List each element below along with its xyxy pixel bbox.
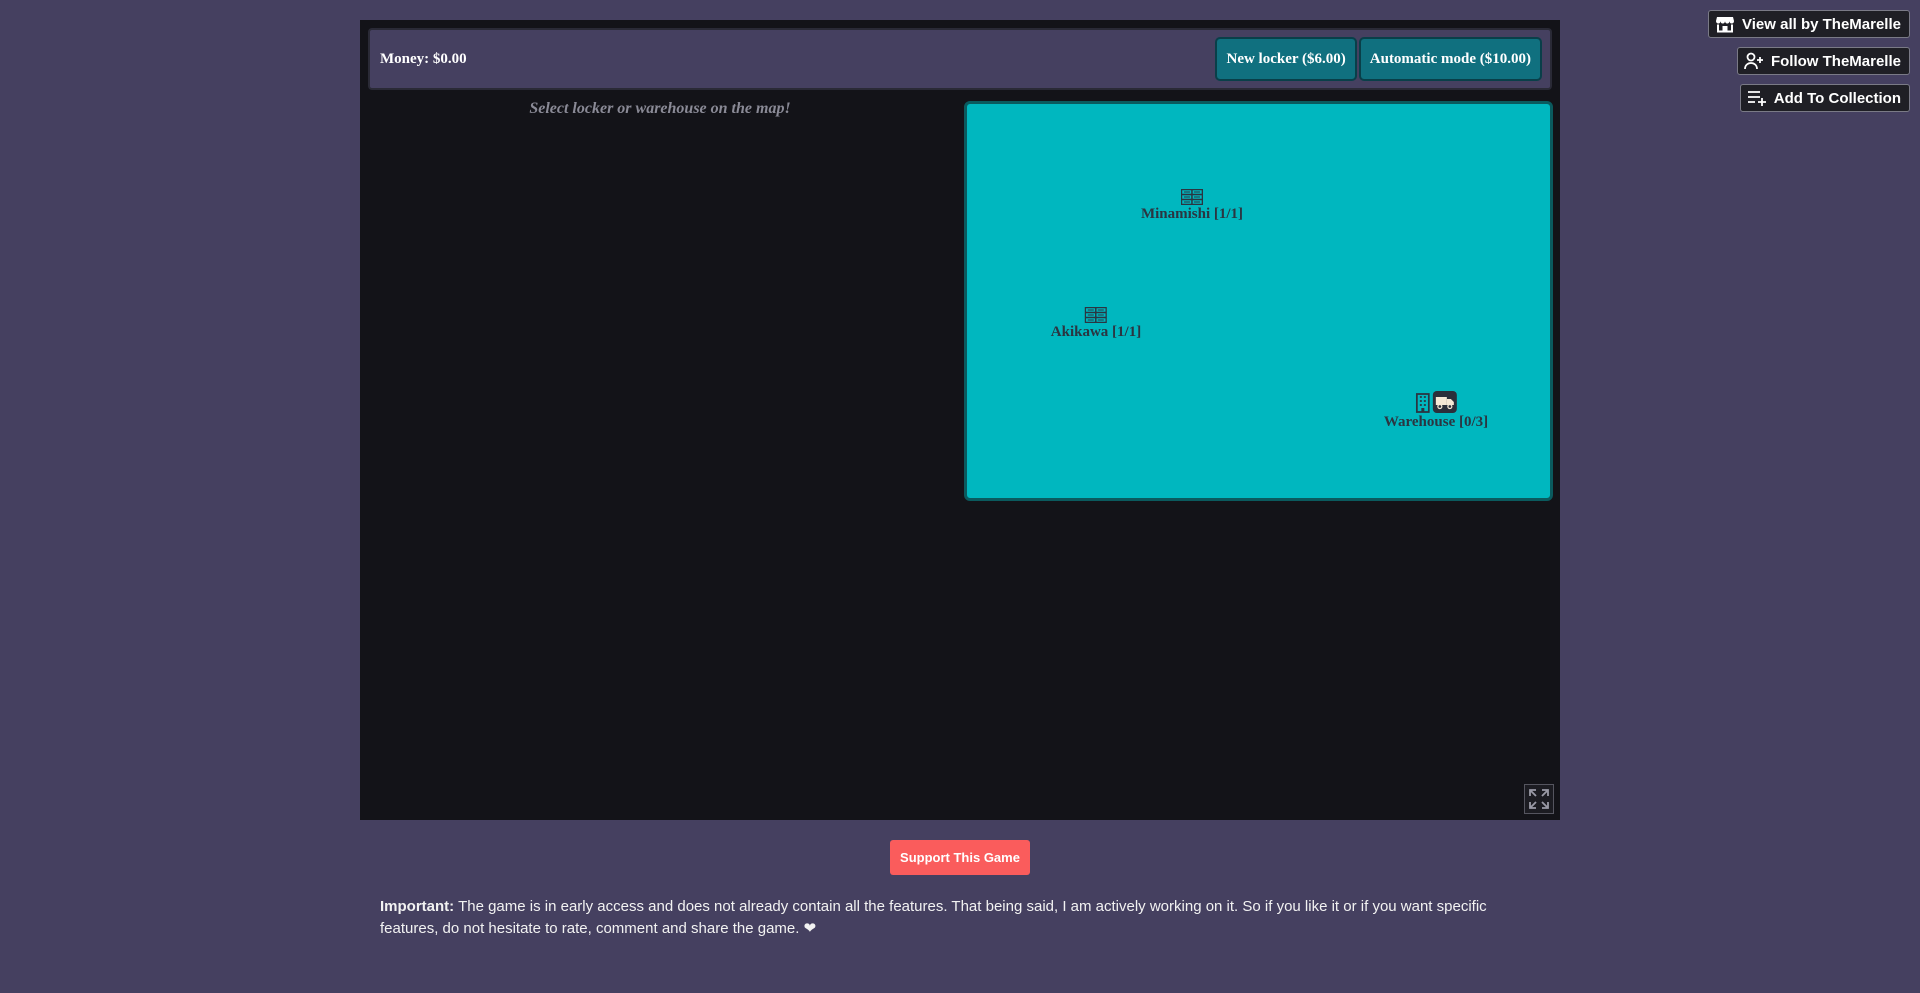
follow-user-icon — [1744, 52, 1764, 70]
map-pin-label: Warehouse [0/3] — [1383, 414, 1489, 430]
map-pin-label: Akikawa [1/1] — [1050, 324, 1142, 340]
map-pin-warehouse[interactable]: Warehouse [0/3] — [1384, 391, 1488, 431]
header-actions: New locker ($6.00) Automatic mode ($10.0… — [1215, 37, 1542, 81]
game-frame: Money: $0.00 New locker ($6.00) Automati… — [360, 20, 1560, 820]
follow-button[interactable]: Follow TheMarelle — [1736, 47, 1910, 75]
page: View all by TheMarelle Follow TheMarelle… — [0, 0, 1920, 993]
game-header: Money: $0.00 New locker ($6.00) Automati… — [368, 28, 1552, 90]
map-pin-akikawa[interactable]: Akikawa [1/1] — [1051, 307, 1141, 341]
fullscreen-button[interactable] — [1524, 784, 1554, 814]
follow-label: Follow TheMarelle — [1770, 52, 1901, 70]
locker-icon — [1181, 189, 1203, 205]
notice-prefix: Important: — [380, 898, 455, 915]
notice-body: The game is in early access and does not… — [380, 898, 1487, 937]
truck-icon — [1432, 391, 1457, 413]
money-display: Money: $0.00 — [380, 50, 467, 67]
map-pin-minamishi[interactable]: Minamishi [1/1] — [1141, 189, 1243, 223]
notice-text: Important: The game is in early access a… — [380, 896, 1540, 940]
automatic-mode-button[interactable]: Automatic mode ($10.00) — [1358, 37, 1542, 81]
add-collection-icon — [1747, 89, 1767, 107]
support-game-button[interactable]: Support This Game — [890, 840, 1030, 875]
map[interactable]: Minamishi [1/1] Akikawa [1/1] Warehouse … — [964, 101, 1553, 501]
locker-icon — [1085, 307, 1107, 323]
fullscreen-icon — [1528, 788, 1550, 810]
view-all-button[interactable]: View all by TheMarelle — [1708, 10, 1910, 38]
building-icon — [1415, 393, 1430, 413]
new-locker-button[interactable]: New locker ($6.00) — [1215, 37, 1357, 81]
view-all-label: View all by TheMarelle — [1742, 15, 1901, 33]
selection-hint: Select locker or warehouse on the map! — [529, 100, 791, 117]
add-to-collection-button[interactable]: Add To Collection — [1739, 84, 1910, 112]
add-to-collection-label: Add To Collection — [1773, 89, 1901, 107]
map-pin-label: Minamishi [1/1] — [1140, 206, 1244, 222]
store-icon — [1715, 15, 1735, 33]
sidebar-actions: View all by TheMarelle Follow TheMarelle… — [1708, 10, 1910, 112]
